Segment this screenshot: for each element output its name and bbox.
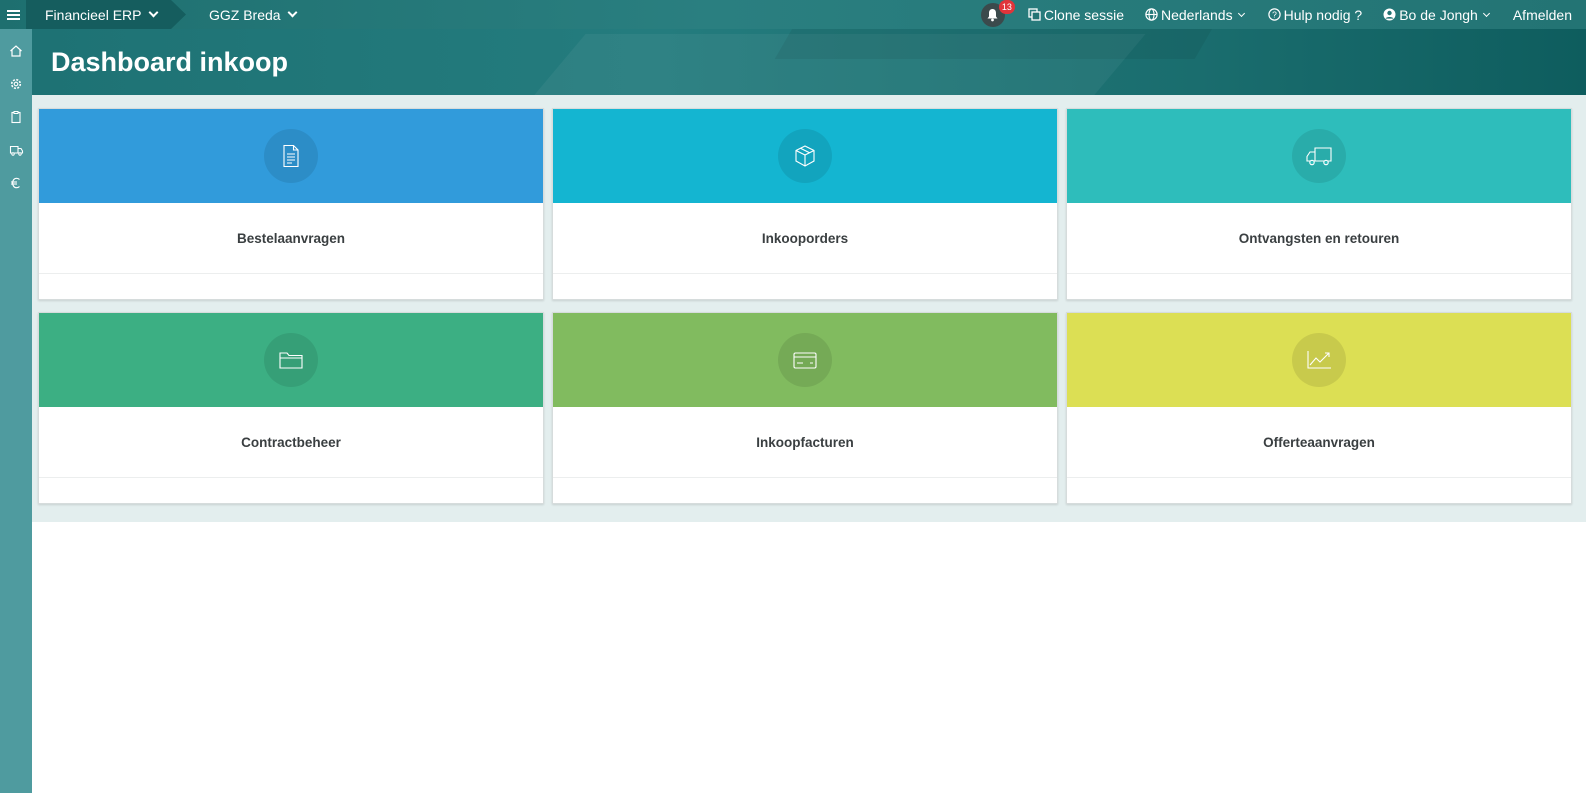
sidebar-item-home[interactable] bbox=[0, 34, 32, 67]
tile-icon-circle bbox=[264, 129, 318, 183]
user-name-label: Bo de Jongh bbox=[1399, 6, 1478, 23]
sidebar-item-tasks[interactable] bbox=[0, 100, 32, 133]
notification-count-badge: 13 bbox=[998, 0, 1015, 14]
tile-header bbox=[1067, 313, 1571, 407]
copy-icon bbox=[1028, 8, 1041, 21]
question-circle-icon: ? bbox=[1267, 8, 1281, 21]
logout-link[interactable]: Afmelden bbox=[1513, 7, 1572, 23]
svg-text:?: ? bbox=[1272, 10, 1277, 20]
clone-session-label: Clone sessie bbox=[1043, 6, 1124, 23]
tile-footer bbox=[553, 478, 1057, 505]
logout-label: Afmelden bbox=[1512, 6, 1572, 23]
tile-label: Inkoopfacturen bbox=[553, 407, 1057, 478]
organization-switcher[interactable]: GGZ Breda bbox=[209, 0, 300, 29]
document-icon bbox=[283, 144, 299, 168]
globe-icon bbox=[1145, 8, 1158, 21]
tile-footer bbox=[39, 478, 543, 505]
tile-inkooporders[interactable]: Inkooporders bbox=[552, 108, 1058, 300]
chevron-down-icon bbox=[1237, 9, 1245, 17]
chevron-down-icon bbox=[148, 7, 158, 18]
tile-header bbox=[39, 109, 543, 203]
home-icon bbox=[10, 44, 22, 57]
box-icon bbox=[795, 145, 815, 167]
tile-header bbox=[1067, 109, 1571, 203]
sidebar-item-settings[interactable] bbox=[0, 67, 32, 100]
tile-contractbeheer[interactable]: Contractbeheer bbox=[38, 312, 544, 504]
page-header-banner: Dashboard inkoop bbox=[32, 29, 1586, 95]
app-switcher[interactable]: Financieel ERP bbox=[26, 0, 186, 29]
help-label: Hulp nodig ? bbox=[1283, 6, 1363, 23]
tile-bestelaanvragen[interactable]: Bestelaanvragen bbox=[38, 108, 544, 300]
clipboard-icon bbox=[11, 110, 21, 123]
tile-icon-circle bbox=[1292, 333, 1346, 387]
euro-icon bbox=[11, 177, 20, 188]
tile-header bbox=[553, 313, 1057, 407]
user-menu[interactable]: Bo de Jongh bbox=[1383, 7, 1492, 23]
tile-footer bbox=[1067, 478, 1571, 505]
notifications-button[interactable]: 13 bbox=[980, 0, 1015, 27]
tile-footer bbox=[39, 274, 543, 301]
tile-icon-circle bbox=[778, 129, 832, 183]
tile-inkoopfacturen[interactable]: Inkoopfacturen bbox=[552, 312, 1058, 504]
app-switcher-label: Financieel ERP bbox=[45, 6, 142, 23]
dashboard-content: Bestelaanvragen Inkooporders Ontvangsten… bbox=[32, 95, 1586, 522]
tile-footer bbox=[553, 274, 1057, 301]
credit-card-icon bbox=[793, 352, 817, 369]
help-link[interactable]: ? Hulp nodig ? bbox=[1267, 6, 1363, 23]
tile-label: Offerteaanvragen bbox=[1067, 407, 1571, 478]
chevron-down-icon bbox=[1482, 9, 1490, 17]
organization-switcher-label: GGZ Breda bbox=[209, 6, 281, 23]
tile-footer bbox=[1067, 274, 1571, 301]
language-selector[interactable]: Nederlands bbox=[1145, 7, 1247, 23]
gear-icon bbox=[10, 78, 22, 89]
folder-icon bbox=[279, 352, 303, 369]
sidebar-item-logistics[interactable] bbox=[0, 133, 32, 166]
tile-offerteaanvragen[interactable]: Offerteaanvragen bbox=[1066, 312, 1572, 504]
clone-session-link[interactable]: Clone sessie bbox=[1028, 7, 1124, 23]
bell-icon bbox=[987, 8, 998, 21]
page-title: Dashboard inkoop bbox=[51, 47, 289, 77]
chevron-down-icon bbox=[287, 7, 298, 18]
top-navigation-bar: Financieel ERP GGZ Breda 13 Clone sessie bbox=[0, 0, 1586, 29]
user-avatar-icon bbox=[1383, 8, 1396, 21]
truck-icon bbox=[1306, 147, 1332, 166]
tile-icon-circle bbox=[778, 333, 832, 387]
tile-header bbox=[39, 313, 543, 407]
tile-icon-circle bbox=[264, 333, 318, 387]
tile-label: Ontvangsten en retouren bbox=[1067, 203, 1571, 274]
tile-label: Inkooporders bbox=[553, 203, 1057, 274]
sidebar bbox=[0, 29, 32, 793]
truck-icon bbox=[9, 145, 23, 156]
tile-label: Bestelaanvragen bbox=[39, 203, 543, 274]
tile-ontvangsten-en-retouren[interactable]: Ontvangsten en retouren bbox=[1066, 108, 1572, 300]
sidebar-item-finance[interactable] bbox=[0, 166, 32, 199]
hamburger-menu-icon[interactable] bbox=[0, 0, 26, 29]
trend-chart-icon bbox=[1307, 351, 1331, 369]
tile-label: Contractbeheer bbox=[39, 407, 543, 478]
language-label: Nederlands bbox=[1160, 6, 1233, 23]
tile-header bbox=[553, 109, 1057, 203]
tile-icon-circle bbox=[1292, 129, 1346, 183]
